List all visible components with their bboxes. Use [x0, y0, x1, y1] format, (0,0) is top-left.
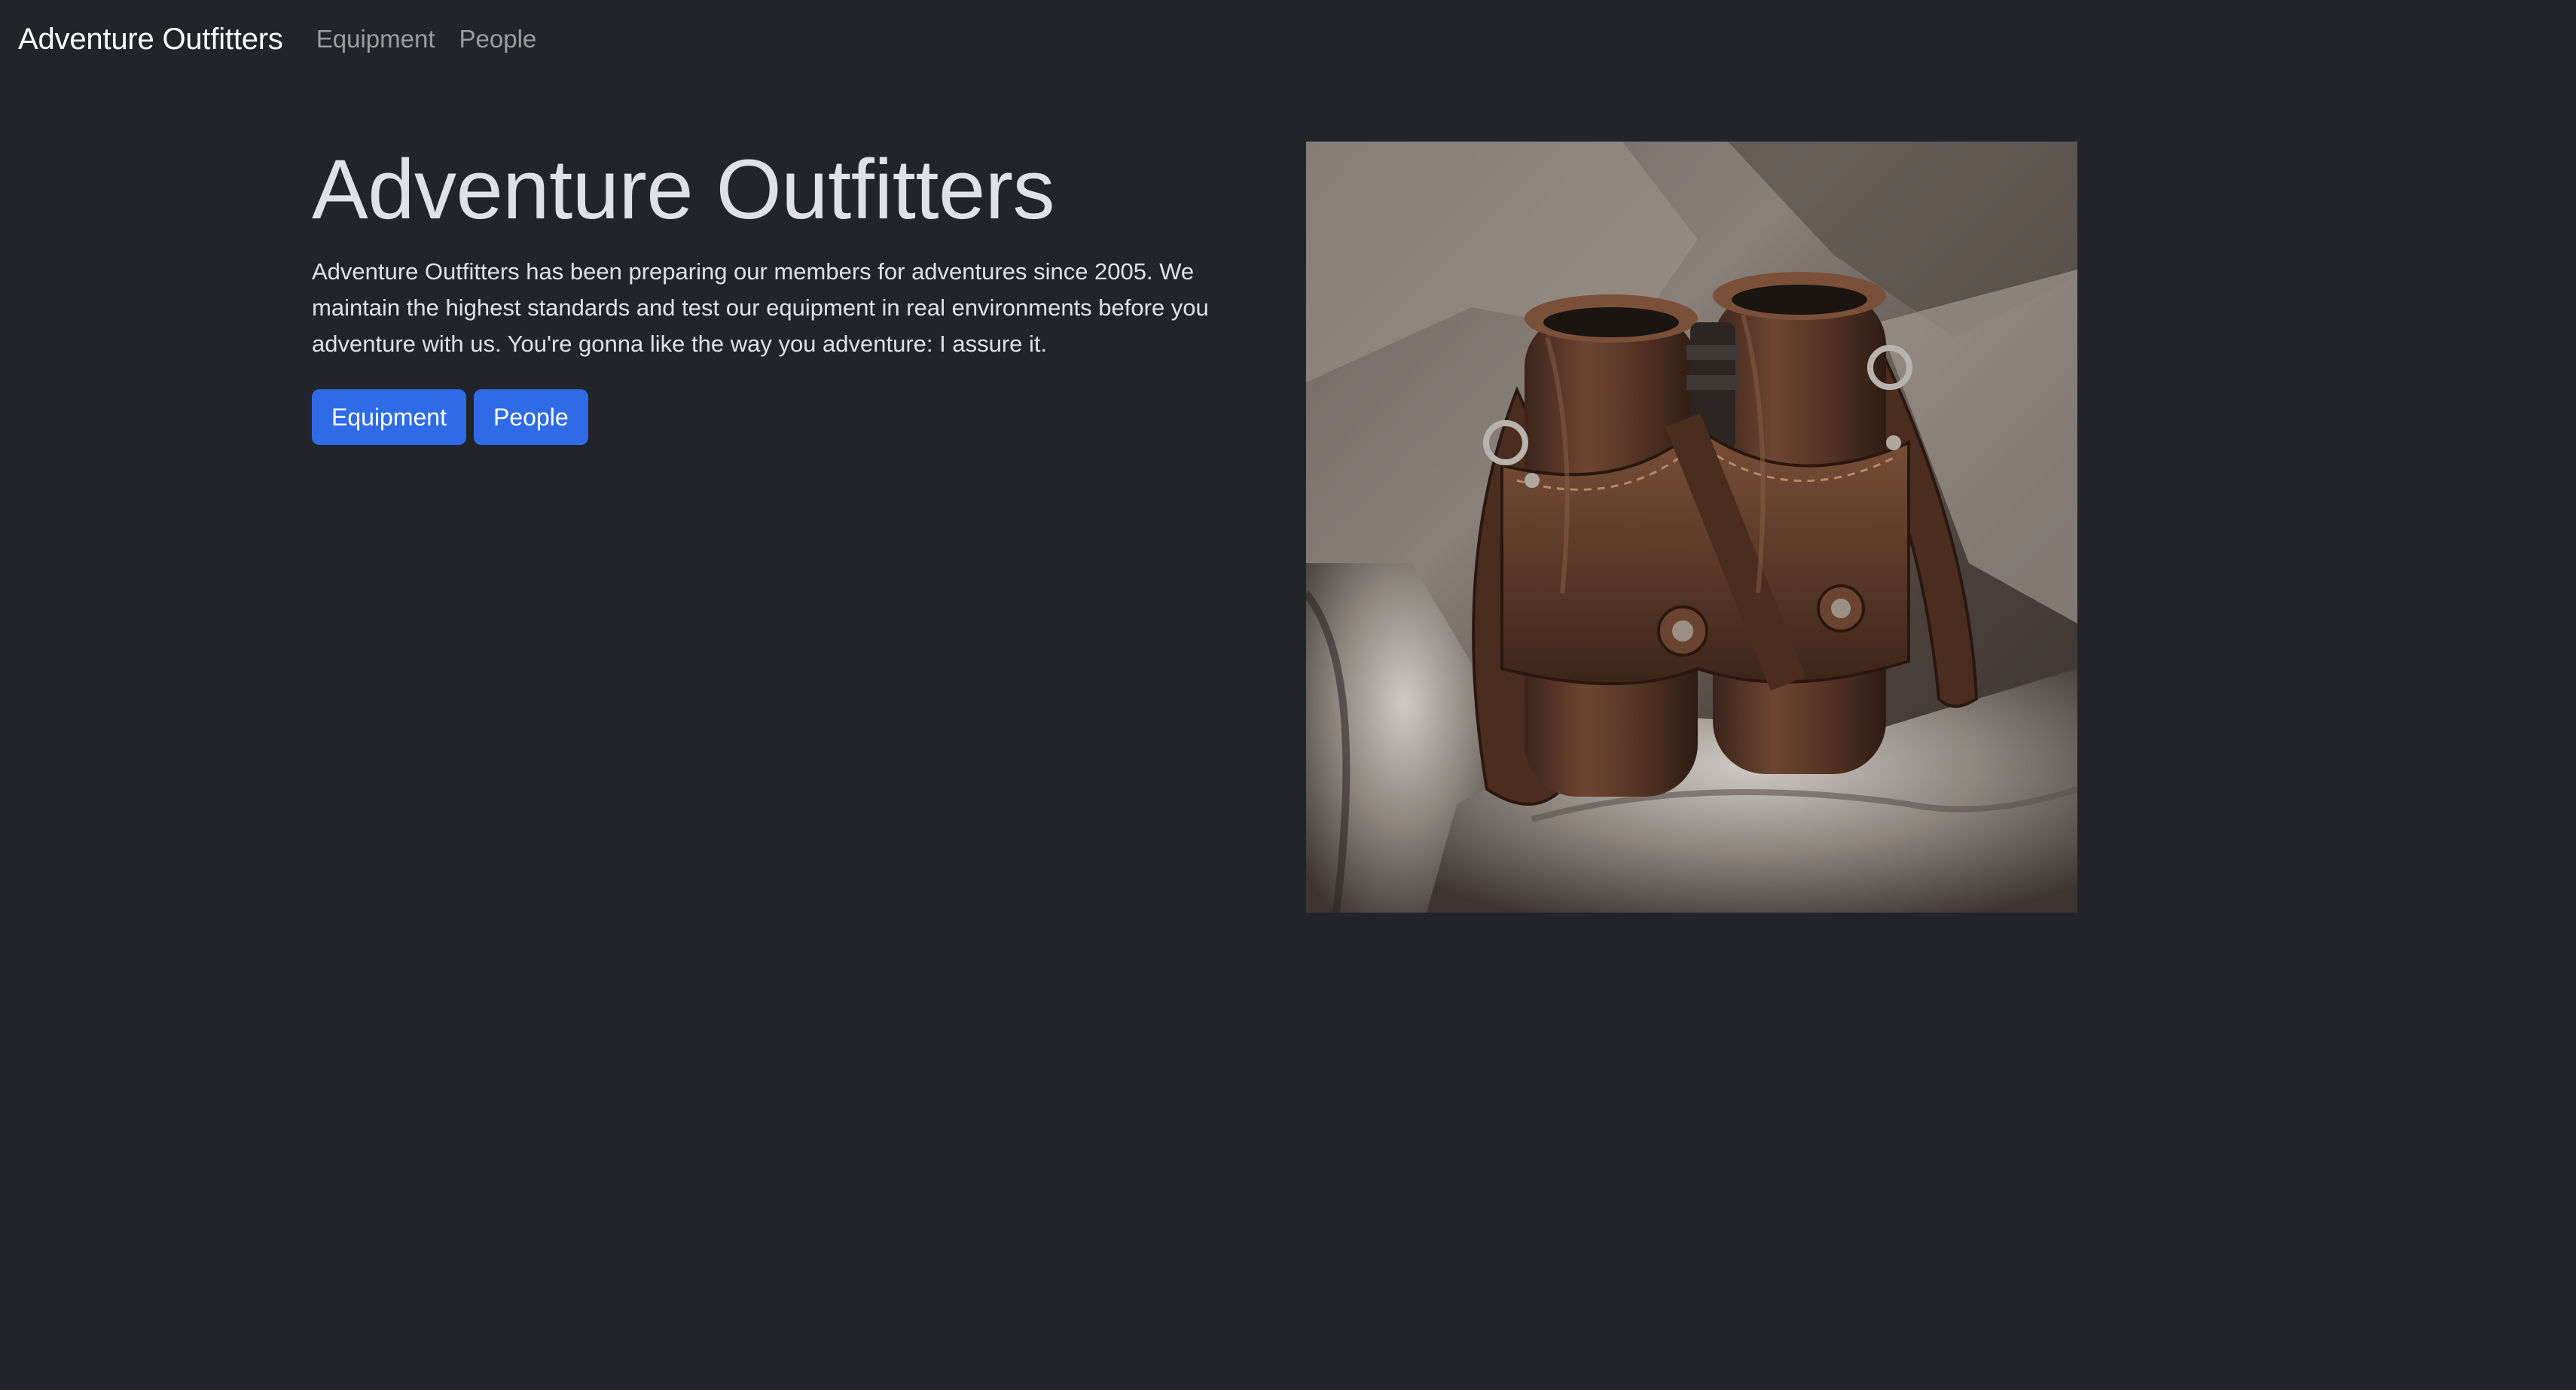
- people-button[interactable]: People: [473, 389, 588, 446]
- hero-description: Adventure Outfitters has been preparing …: [312, 258, 1209, 358]
- navbar-brand[interactable]: Adventure Outfitters: [18, 23, 283, 56]
- equipment-button[interactable]: Equipment: [312, 389, 466, 446]
- hero-title: Adventure Outfitters: [312, 142, 1055, 236]
- hero-button-group: Equipment People: [312, 389, 1291, 446]
- hero-section: Adventure Outfitters Adventure Outfitter…: [312, 142, 1291, 446]
- nav-link-equipment[interactable]: Equipment: [316, 25, 435, 53]
- hero-image-binoculars: [1306, 142, 2077, 913]
- navbar: Adventure Outfitters Equipment People: [0, 0, 2576, 78]
- nav-link-people[interactable]: People: [459, 25, 537, 53]
